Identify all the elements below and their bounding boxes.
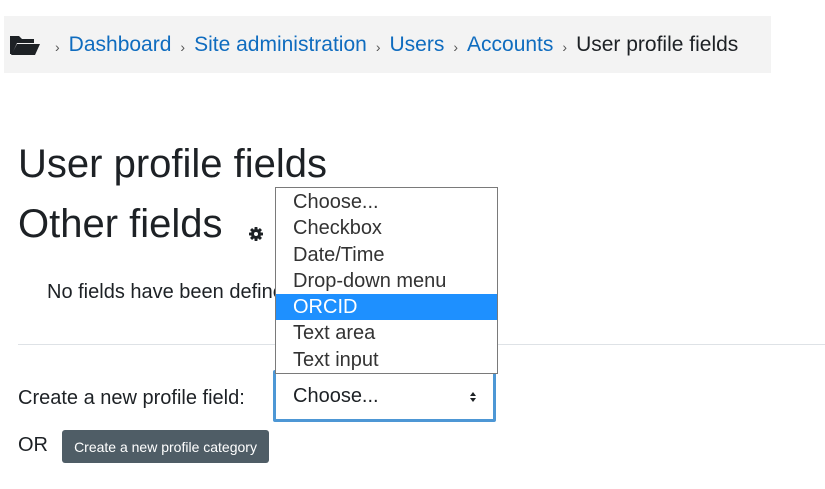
dropdown-option-highlighted[interactable]: ORCID: [276, 294, 497, 321]
or-label: OR: [18, 434, 48, 456]
breadcrumb-separator: ›: [55, 38, 60, 55]
breadcrumb-link-accounts[interactable]: Accounts: [467, 33, 553, 57]
dropdown-option[interactable]: Date/Time: [276, 242, 497, 268]
breadcrumb-separator: ›: [375, 38, 381, 55]
breadcrumb-link-site-administration[interactable]: Site administration: [194, 33, 367, 57]
gear-icon[interactable]: [248, 226, 264, 242]
select-value: Choose...: [293, 384, 379, 407]
dropdown-option[interactable]: Text area: [276, 320, 497, 346]
create-field-label: Create a new profile field:: [18, 387, 245, 409]
folder-open-icon: [8, 30, 42, 60]
breadcrumb: › Dashboard › Site administration › User…: [4, 16, 771, 73]
select-arrows-icon: [468, 389, 478, 405]
dropdown-option[interactable]: Drop-down menu: [276, 268, 497, 294]
dropdown-option[interactable]: Text input: [276, 347, 497, 373]
dropdown-option[interactable]: Checkbox: [276, 215, 497, 241]
breadcrumb-separator: ›: [180, 38, 186, 55]
breadcrumb-separator: ›: [562, 38, 568, 55]
dropdown-option[interactable]: Choose...: [276, 189, 497, 215]
breadcrumb-separator: ›: [453, 38, 459, 55]
breadcrumb-current: User profile fields: [576, 32, 739, 56]
breadcrumb-link-dashboard[interactable]: Dashboard: [69, 33, 172, 57]
section-title: Other fields: [18, 202, 223, 246]
page: › Dashboard › Site administration › User…: [0, 0, 825, 489]
breadcrumb-link-users[interactable]: Users: [390, 33, 445, 57]
create-field-select[interactable]: Choose...: [273, 370, 496, 422]
dropdown-list: Choose... Checkbox Date/Time Drop-down m…: [275, 187, 498, 374]
page-title: User profile fields: [18, 142, 328, 186]
no-fields-message: No fields have been defined.: [47, 281, 275, 303]
create-category-button[interactable]: Create a new profile category: [62, 430, 269, 463]
